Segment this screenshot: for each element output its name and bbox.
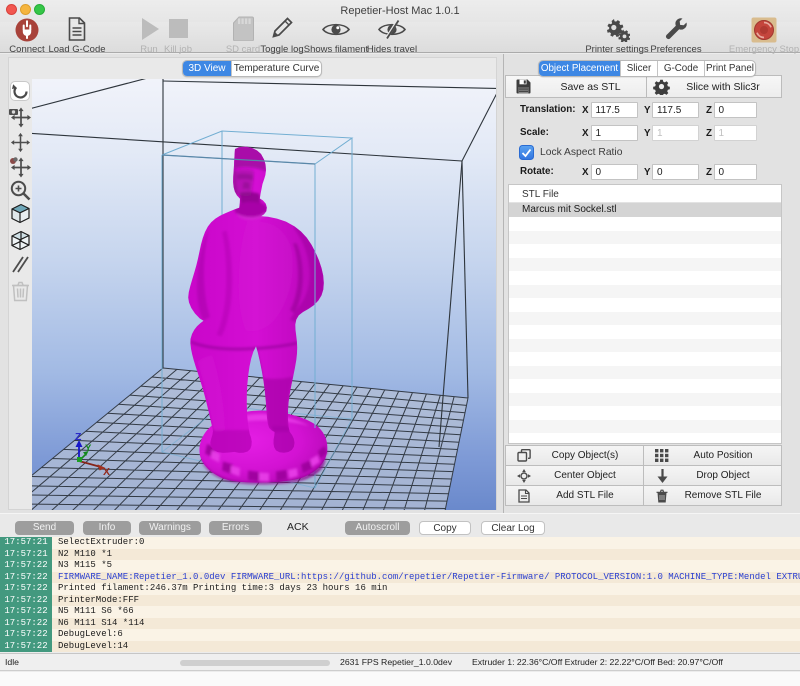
svg-text:X: X (103, 466, 110, 478)
svg-text:Y: Y (85, 443, 92, 454)
svg-text:Z: Z (75, 431, 82, 443)
